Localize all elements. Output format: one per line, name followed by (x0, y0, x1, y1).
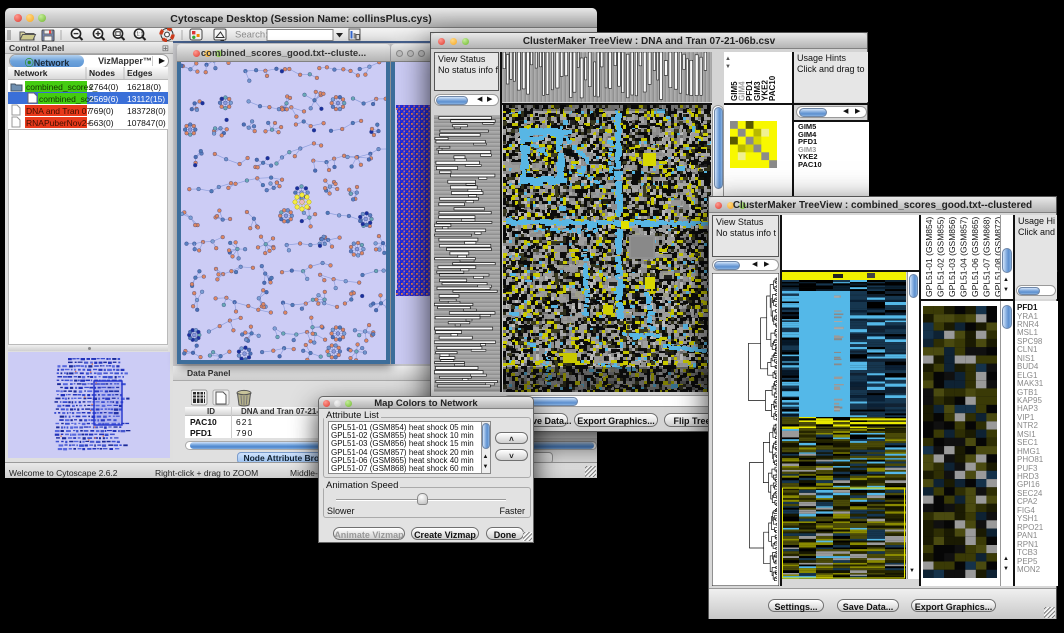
svg-text:GPL51-02 (GSM855): GPL51-02 (GSM855) (936, 217, 946, 297)
svg-text:combined_scores_: combined_scores_ (26, 82, 98, 92)
svg-text:RNAPuberNov2+: RNAPuberNov2+ (26, 118, 91, 128)
svg-text:Nodes: Nodes (89, 68, 115, 78)
svg-text:GPL51-03 (GSM856): GPL51-03 (GSM856) (947, 217, 957, 297)
svg-text:107847(0): 107847(0) (127, 118, 166, 128)
svg-text:16218(0): 16218(0) (127, 82, 161, 92)
svg-text:GPL51-01 (GSM854): GPL51-01 (GSM854) (924, 217, 934, 297)
svg-text:DNA and Tran 07: DNA and Tran 07 (26, 106, 91, 116)
svg-text:GPL51-04 (GSM857): GPL51-04 (GSM857) (959, 217, 969, 297)
svg-text:1:1: 1:1 (136, 32, 143, 38)
svg-text:2569(6): 2569(6) (89, 94, 118, 104)
svg-text:13112(15): 13112(15) (127, 94, 165, 104)
svg-text:2764(0): 2764(0) (89, 82, 118, 92)
svg-text:combined_sco: combined_sco (39, 94, 94, 104)
svg-text:183728(0): 183728(0) (127, 106, 166, 116)
svg-text:Search:: Search: (235, 30, 268, 41)
svg-text:Network: Network (14, 68, 48, 78)
svg-text:GPL51-08 (GSM872): GPL51-08 (GSM872) (993, 217, 1000, 297)
svg-text:769(0): 769(0) (89, 106, 114, 116)
svg-text:GPL51-06 (GSM865): GPL51-06 (GSM865) (970, 217, 980, 297)
svg-text:PAC10: PAC10 (768, 75, 777, 101)
svg-text:GPL51-07 (GSM868): GPL51-07 (GSM868) (982, 217, 992, 297)
svg-text:563(0): 563(0) (89, 118, 114, 128)
svg-text:Edges: Edges (127, 68, 153, 78)
